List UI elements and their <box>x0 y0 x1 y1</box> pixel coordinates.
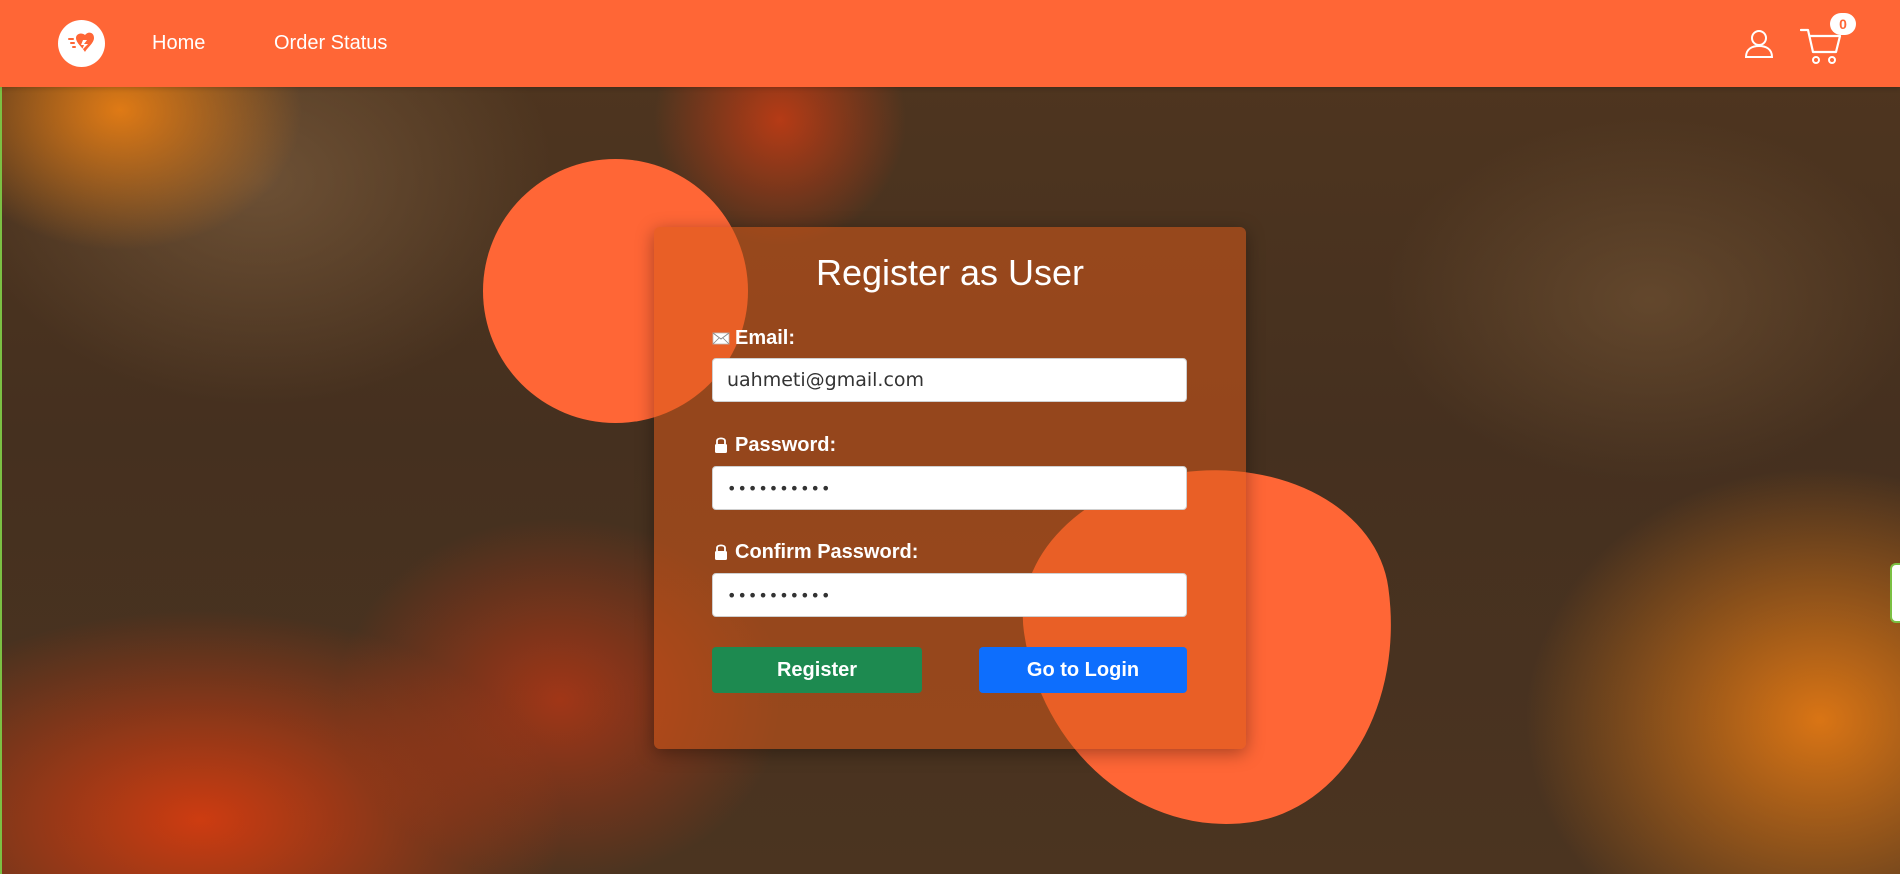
navbar: Home Order Status 0 <box>0 0 1900 87</box>
password-field[interactable] <box>712 466 1187 510</box>
go-to-login-button[interactable]: Go to Login <box>979 647 1187 693</box>
delivery-heart-logo-icon <box>67 32 94 52</box>
user-icon[interactable] <box>1743 28 1775 60</box>
register-card: Register as User Email: Password: Confi <box>654 227 1246 749</box>
edge-widget[interactable] <box>1890 563 1900 623</box>
edge-line <box>0 87 2 874</box>
nav-link-order-status[interactable]: Order Status <box>274 30 387 56</box>
cart-count-badge: 0 <box>1830 13 1856 35</box>
lock-icon <box>715 437 727 453</box>
email-label: Email: <box>712 326 795 350</box>
confirm-password-field[interactable] <box>712 573 1187 617</box>
password-label-text: Password: <box>735 434 837 456</box>
email-field[interactable] <box>712 358 1187 402</box>
nav-link-home[interactable]: Home <box>152 30 205 56</box>
page: Home Order Status 0 Register as User Ema… <box>0 0 1900 874</box>
envelope-icon <box>712 332 730 345</box>
register-button[interactable]: Register <box>712 647 922 693</box>
lock-icon <box>715 544 727 560</box>
logo[interactable] <box>58 20 105 67</box>
email-label-text: Email: <box>735 327 796 349</box>
page-title: Register as User <box>815 252 1085 293</box>
confirm-password-label: Confirm Password: <box>712 540 918 564</box>
password-label: Password: <box>712 433 836 457</box>
confirm-password-label-text: Confirm Password: <box>735 541 919 563</box>
